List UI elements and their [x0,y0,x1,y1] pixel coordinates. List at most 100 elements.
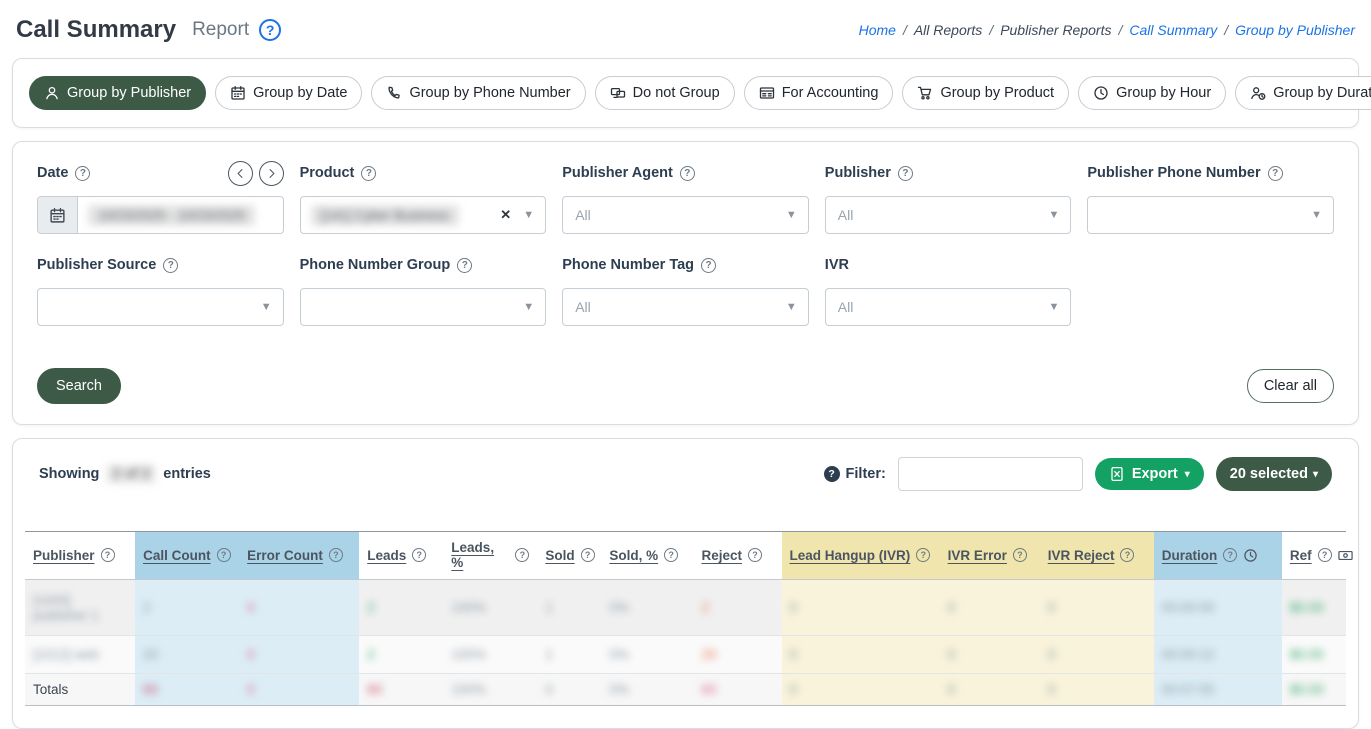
cell-value: 2 [143,600,151,615]
toolbar-button-group-by-phone-number[interactable]: Group by Phone Number [371,76,585,110]
chevron-down-icon[interactable]: ▼ [1311,209,1322,221]
publisher-agent-input[interactable]: All▼ [562,196,809,234]
help-icon[interactable]: ? [1268,166,1283,181]
help-icon[interactable]: ? [163,258,178,273]
help-icon[interactable]: ? [412,548,426,562]
help-icon[interactable]: ? [898,166,913,181]
column-header-leads[interactable]: Leads, %? [443,532,537,580]
column-header-ivr-reject[interactable]: IVR Reject? [1040,532,1154,580]
export-button[interactable]: Export ▾ [1095,458,1204,490]
breadcrumb-item-group-by-publisher[interactable]: Group by Publisher [1235,22,1355,38]
publisher-input[interactable]: All▼ [825,196,1072,234]
filter-field-ivr: IVRAll▼ [825,252,1072,326]
chevron-down-icon[interactable]: ▼ [523,209,534,221]
help-icon[interactable]: ? [1013,548,1027,562]
breadcrumb-item-home[interactable]: Home [859,22,896,38]
filter-field-phone-number-tag: Phone Number Tag?All▼ [562,252,809,326]
toolbar-button-group-by-hour[interactable]: Group by Hour [1078,76,1226,110]
toolbar-button-for-accounting[interactable]: For Accounting [744,76,894,110]
column-header-sold[interactable]: Sold? [537,532,601,580]
help-icon[interactable]: ? [361,166,376,181]
column-header-leads[interactable]: Leads? [359,532,443,580]
cell-ref: $0.00 [1282,580,1346,636]
toolbar-button-do-not-group[interactable]: Do not Group [595,76,735,110]
columns-selected-button[interactable]: 20 selected ▾ [1216,457,1332,491]
cell-value: 100% [451,682,486,697]
column-header-ivr-error[interactable]: IVR Error? [940,532,1040,580]
chevron-down-icon[interactable]: ▼ [1049,209,1060,221]
help-icon[interactable]: ? [680,166,695,181]
chevron-down-icon[interactable]: ▼ [523,301,534,313]
filter-label-text: Publisher Phone Number [1087,165,1260,181]
breadcrumb-item-call-summary[interactable]: Call Summary [1129,22,1217,38]
table-filter-input[interactable] [898,457,1083,491]
cell-value: 0 [948,682,956,697]
publisher-source-input[interactable]: ▼ [37,288,284,326]
page: Call Summary Report ? Home/All Reports/P… [0,0,1371,729]
date-prev-button[interactable] [228,161,253,186]
column-header-call-count[interactable]: Call Count? [135,532,239,580]
column-header-lead-hangup-ivr[interactable]: Lead Hangup (IVR)? [782,532,940,580]
column-header-publisher[interactable]: Publisher? [25,532,135,580]
chevron-down-icon[interactable]: ▼ [261,301,272,313]
cell-value: 20 [701,647,716,662]
help-icon[interactable]: ? [1120,548,1134,562]
column-header-reject[interactable]: Reject? [693,532,781,580]
filter-label-date: Date? [37,160,284,186]
breadcrumb-item-publisher-reports: Publisher Reports [1000,22,1111,38]
column-header-error-count[interactable]: Error Count? [239,532,359,580]
help-icon[interactable]: ? [75,166,90,181]
cell-value: $0.00 [1290,647,1324,662]
publisher-phone-number-input[interactable]: ▼ [1087,196,1334,234]
cell-value: 60 [367,682,382,697]
help-icon[interactable]: ? [748,548,762,562]
help-icon[interactable]: ? [664,548,678,562]
cell-duration: 00:00:00 [1154,580,1282,636]
help-icon[interactable]: ? [515,548,529,562]
column-header-sold[interactable]: Sold, %? [601,532,693,580]
cell-value: [1012] web [33,647,99,662]
phone-number-tag-input[interactable]: All▼ [562,288,809,326]
help-icon[interactable]: ? [217,548,231,562]
phone-number-group-input[interactable]: ▼ [300,288,547,326]
filter-help-icon[interactable]: ? [824,466,840,482]
totals-cell-leads: 100% [443,674,537,706]
product-input[interactable]: [141] Cyber Business✕▼ [300,196,547,234]
column-label: IVR Error [948,548,1007,563]
chevron-down-icon[interactable]: ▼ [1049,301,1060,313]
help-icon[interactable]: ? [701,258,716,273]
title-help-icon[interactable]: ? [259,19,281,41]
toolbar-button-group-by-product[interactable]: Group by Product [902,76,1069,110]
clear-selection-icon[interactable]: ✕ [500,207,511,223]
calendar-icon[interactable] [38,197,78,233]
cell-lead-hangup-ivr: 0 [782,580,940,636]
clear-all-button[interactable]: Clear all [1247,369,1334,403]
help-icon[interactable]: ? [457,258,472,273]
help-icon[interactable]: ? [1223,548,1237,562]
help-icon[interactable]: ? [916,548,930,562]
date-input[interactable]: 10/23/2025 - 10/23/2025 [37,196,284,234]
toolbar-button-group-by-duration[interactable]: Group by Duration [1235,76,1371,110]
cell-leads: 2 [359,636,443,674]
breadcrumb-separator: / [1224,22,1228,38]
filter-field-publisher-phone-number: Publisher Phone Number? ▼ [1087,160,1334,234]
clock-icon [1093,85,1109,101]
toolbar-button-group-by-date[interactable]: Group by Date [215,76,362,110]
help-icon[interactable]: ? [329,548,343,562]
chevron-down-icon[interactable]: ▼ [786,301,797,313]
help-icon[interactable]: ? [1318,548,1332,562]
chevron-down-icon[interactable]: ▼ [786,209,797,221]
toolbar-button-group-by-publisher[interactable]: Group by Publisher [29,76,206,110]
table-row: [1012] web2002100%10%2000000:00:12$0.00 [25,636,1346,674]
help-icon[interactable]: ? [581,548,595,562]
date-next-button[interactable] [259,161,284,186]
search-button[interactable]: Search [37,368,121,404]
column-header-duration[interactable]: Duration? [1154,532,1282,580]
cell-ivr-reject: 0 [1040,636,1154,674]
ivr-input[interactable]: All▼ [825,288,1072,326]
column-header-ref[interactable]: Ref? [1282,532,1346,580]
totals-row: Totals60060100%00%6000000:07:55$0.00 [25,674,1346,706]
column-label: Leads [367,548,406,563]
help-icon[interactable]: ? [101,548,115,562]
table-toolbar: Showing 2 of 2 entries ? Filter: Export … [25,457,1346,491]
